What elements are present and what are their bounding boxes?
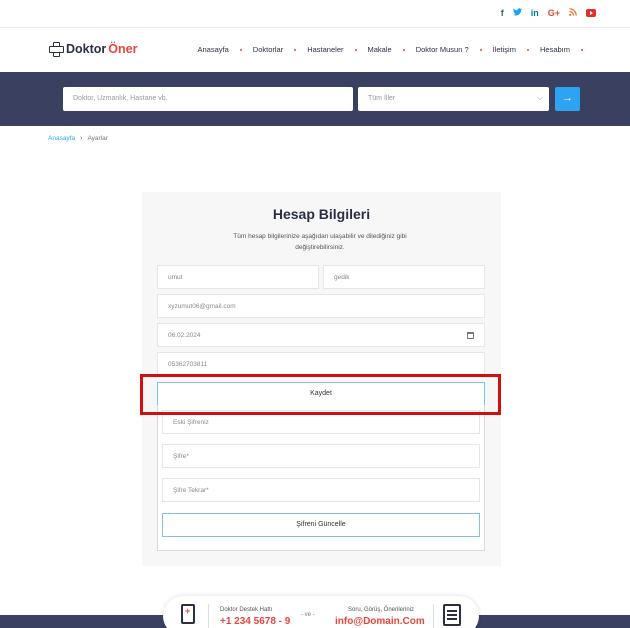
repeat-password-field[interactable]: Şifre Tekrar* <box>162 478 480 502</box>
support-separator: - ve - <box>301 612 315 618</box>
page-description: Tüm hesap bilgilerinize aşağıdan ulaşabi… <box>233 233 407 251</box>
new-password-field[interactable]: Şifre* <box>162 444 480 468</box>
calendar-icon[interactable] <box>467 332 474 339</box>
site-logo[interactable]: Doktor Öner <box>48 41 137 57</box>
page-title: Hesap Bilgileri <box>272 206 371 222</box>
phone-field[interactable]: 05362703811 <box>157 352 485 376</box>
medical-cross-icon <box>48 41 64 57</box>
logo-text-accent: Öner <box>108 42 138 56</box>
top-bar: f in G+ <box>0 0 630 28</box>
birth-date-field[interactable]: 06.02.2024 <box>157 323 485 347</box>
facebook-icon[interactable]: f <box>501 8 504 18</box>
divider <box>433 604 434 628</box>
first-name-field[interactable]: umut <box>157 265 319 289</box>
search-input[interactable]: Doktor, Uzmanlık, Hastane vb. <box>63 87 353 111</box>
nav-separator <box>354 48 357 51</box>
phone-support-icon <box>181 604 195 624</box>
nav-separator <box>581 48 583 51</box>
city-select-value: Tüm İller <box>368 95 396 102</box>
nav-separator <box>294 48 297 51</box>
support-line-title: Doktor Destek Hattı <box>220 607 273 613</box>
nav-makale[interactable]: Makale <box>368 45 392 54</box>
breadcrumb-current: Ayarlar <box>87 135 108 142</box>
nav-anasayfa[interactable]: Anasayfa <box>198 45 229 54</box>
youtube-icon[interactable] <box>586 9 596 17</box>
main-navbar: Doktor Öner Anasayfa Doktorlar Hastanele… <box>0 28 630 72</box>
support-bar: Doktor Destek Hattı +1 234 5678 - 9 - ve… <box>163 596 479 628</box>
rss-icon[interactable] <box>569 8 577 18</box>
feedback-email[interactable]: info@Domain.Com <box>335 616 425 627</box>
nav-doktor-musun[interactable]: Doktor Musun ? <box>416 45 469 54</box>
last-name-field[interactable]: gedik <box>323 265 485 289</box>
nav-hastaneler[interactable]: Hastaneler <box>307 45 343 54</box>
email-field[interactable]: xyzumut06@gmail.com <box>157 294 485 318</box>
divider <box>208 604 209 628</box>
nav-separator <box>239 48 242 51</box>
support-phone[interactable]: +1 234 5678 - 9 <box>220 616 290 627</box>
city-select[interactable]: Tüm İller ⌵ <box>358 87 549 111</box>
twitter-icon[interactable] <box>512 8 522 18</box>
social-links: f in G+ <box>501 8 596 18</box>
nav-iletisim[interactable]: İletişim <box>493 45 516 54</box>
breadcrumb-home[interactable]: Anasayfa <box>48 135 75 142</box>
nav-hesabim[interactable]: Hesabım <box>540 45 570 54</box>
linkedin-icon[interactable]: in <box>531 8 539 18</box>
chevron-down-icon: ⌵ <box>536 93 543 102</box>
document-icon <box>443 604 461 626</box>
update-password-button[interactable]: Şifreni Güncelle <box>162 513 480 537</box>
main-menu: Anasayfa Doktorlar Hastaneler Makale Dok… <box>198 45 595 54</box>
nav-separator <box>526 48 529 51</box>
nav-separator <box>479 48 482 51</box>
nav-separator <box>402 48 405 51</box>
birth-date-value: 06.02.2024 <box>168 332 201 339</box>
logo-text-main: Doktor <box>66 42 107 56</box>
highlight-box <box>140 374 501 415</box>
search-button[interactable]: → <box>555 87 580 111</box>
chevron-right-icon: › <box>80 135 83 142</box>
google-plus-icon[interactable]: G+ <box>548 8 560 18</box>
feedback-title: Soru, Görüş, Önerileriniz <box>348 607 415 613</box>
breadcrumb: Anasayfa › Ayarlar <box>48 135 108 142</box>
nav-doktorlar[interactable]: Doktorlar <box>253 45 283 54</box>
